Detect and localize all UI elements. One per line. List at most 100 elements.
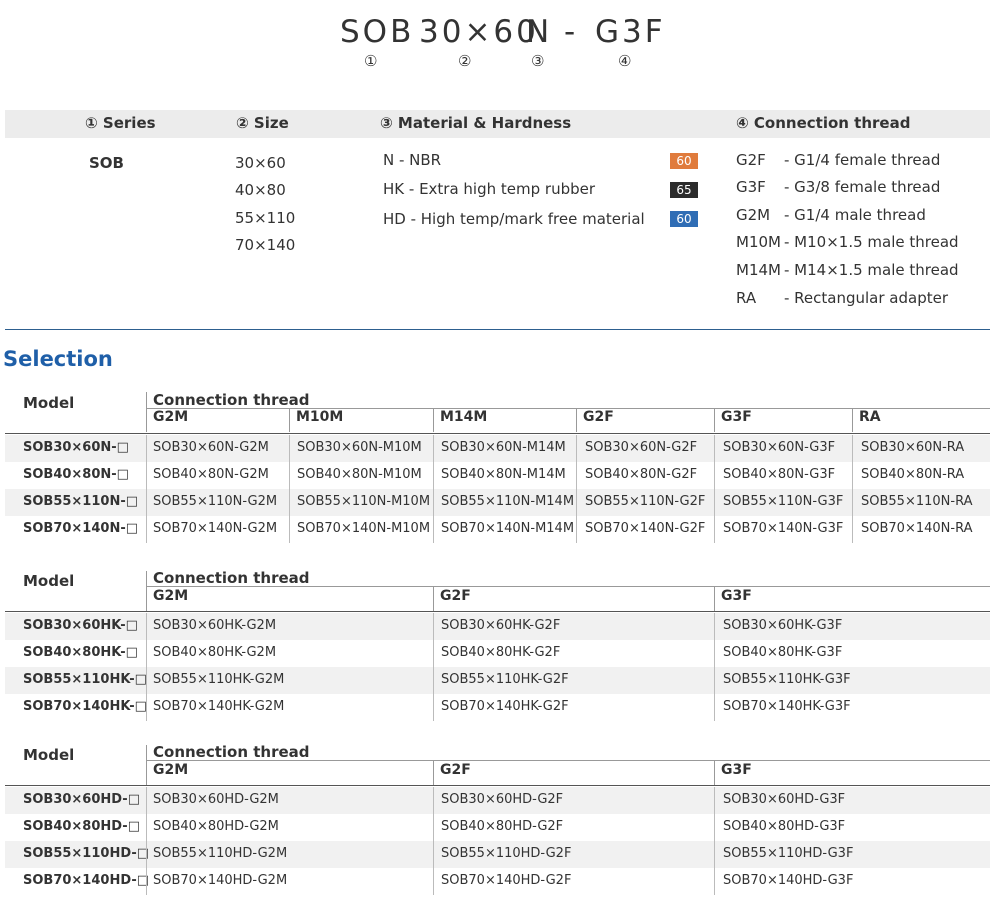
legend-size: 30×60 [235, 154, 286, 172]
row-model: SOB70×140N-□ [23, 521, 139, 536]
table-row: SOB30×60HD-□ SOB30×60HD-G2M SOB30×60HD-G… [5, 787, 990, 814]
table-cell: SOB40×80HD-G2M [153, 819, 279, 834]
row-model: SOB40×80HD-□ [23, 819, 140, 834]
column-header: G2F [440, 588, 471, 604]
table-header-line [5, 433, 990, 434]
header-separator [433, 586, 434, 611]
table-cell: SOB55×110N-G3F [723, 494, 844, 509]
column-divider [146, 613, 147, 721]
legend-thread-desc: - Rectangular adapter [784, 289, 949, 307]
table-cell: SOB30×60N-G2F [585, 440, 698, 455]
table-cell: SOB40×80N-M14M [441, 467, 566, 482]
table-cell: SOB70×140HK-G2M [153, 699, 285, 714]
table-row: SOB30×60N-□ SOB30×60N-G2M SOB30×60N-M10M… [5, 435, 990, 462]
table-cell: SOB55×110HK-G2M [153, 672, 285, 687]
table-header-group: Connection thread [153, 743, 310, 761]
legend-thread-code: G2M [736, 206, 771, 224]
table-cell: SOB40×80N-G2F [585, 467, 698, 482]
table-cell: SOB30×60N-G3F [723, 440, 836, 455]
legend-thread-code: M14M [736, 261, 781, 279]
table-header-group: Connection thread [153, 569, 310, 587]
table-cell: SOB70×140HD-G3F [723, 873, 854, 888]
table-row: SOB70×140N-□ SOB70×140N-G2M SOB70×140N-M… [5, 516, 990, 543]
code-number-2: ② [458, 52, 472, 70]
table-cell: SOB40×80HK-G2F [441, 645, 561, 660]
table-cell: SOB70×140N-G3F [723, 521, 844, 536]
legend-thread-desc: - M14×1.5 male thread [784, 261, 959, 279]
table-cell: SOB70×140HK-G2F [441, 699, 569, 714]
header-separator [433, 760, 434, 785]
table-cell: SOB40×80N-RA [861, 467, 965, 482]
code-number-1: ① [364, 52, 378, 70]
legend-thread-desc: - G1/4 female thread [784, 151, 941, 169]
row-model: SOB30×60N-□ [23, 440, 129, 455]
header-separator [852, 409, 853, 432]
table-row: SOB55×110HK-□ SOB55×110HK-G2M SOB55×110H… [5, 667, 990, 694]
selection-title: Selection [3, 347, 113, 371]
table-cell: SOB70×140N-G2F [585, 521, 706, 536]
column-divider [433, 435, 434, 543]
table-row: SOB40×80HK-□ SOB40×80HK-G2M SOB40×80HK-G… [5, 640, 990, 667]
row-model: SOB70×140HD-□ [23, 873, 150, 888]
legend-size: 40×80 [235, 181, 286, 199]
table-cell: SOB40×80HD-G3F [723, 819, 846, 834]
header-separator [714, 760, 715, 785]
row-model: SOB70×140HK-□ [23, 699, 147, 714]
legend-body: SOB 30×60 40×80 55×110 70×140 N - NBR 60… [5, 138, 990, 330]
table-cell: SOB70×140N-M14M [441, 521, 575, 536]
row-model: SOB55×110HD-□ [23, 846, 150, 861]
code-series: SOB [340, 14, 415, 50]
hardness-badge: 60 [670, 211, 698, 227]
header-separator [714, 409, 715, 432]
header-separator [433, 409, 434, 432]
legend-material-nbr: N - NBR [383, 151, 442, 169]
table-row: SOB55×110HD-□ SOB55×110HD-G2M SOB55×110H… [5, 841, 990, 868]
table-cell: SOB55×110N-M10M [297, 494, 431, 509]
hardness-badge: 65 [670, 182, 698, 198]
column-divider [852, 435, 853, 543]
table-cell: SOB55×110HK-G2F [441, 672, 569, 687]
legend-header-thread: ④ Connection thread [736, 114, 911, 132]
column-divider [576, 435, 577, 543]
table-cell: SOB40×80N-M10M [297, 467, 422, 482]
table-cell: SOB70×140HD-G2F [441, 873, 572, 888]
table-cell: SOB55×110HK-G3F [723, 672, 851, 687]
column-divider [714, 435, 715, 543]
table-cell: SOB55×110N-G2F [585, 494, 706, 509]
column-header: G3F [721, 409, 752, 425]
column-divider [289, 435, 290, 543]
table-cell: SOB40×80HK-G3F [723, 645, 843, 660]
header-separator [146, 392, 147, 432]
column-divider [433, 787, 434, 895]
code-thread: G3F [595, 14, 666, 50]
row-model: SOB55×110HK-□ [23, 672, 147, 687]
table-cell: SOB30×60N-M10M [297, 440, 422, 455]
table-row: SOB30×60HK-□ SOB30×60HK-G2M SOB30×60HK-G… [5, 613, 990, 640]
legend-thread-code: G2F [736, 151, 766, 169]
legend-header: ① Series ② Size ③ Material & Hardness ④ … [5, 110, 990, 138]
code-dash: - [564, 14, 579, 50]
legend-thread-desc: - M10×1.5 male thread [784, 233, 959, 251]
hardness-badge: 60 [670, 153, 698, 169]
table-cell: SOB55×110HD-G2M [153, 846, 288, 861]
column-divider [433, 613, 434, 721]
table-cell: SOB30×60HD-G3F [723, 792, 846, 807]
table-header-line [5, 611, 990, 612]
section-divider [5, 329, 990, 330]
row-model: SOB40×80N-□ [23, 467, 129, 482]
legend-thread-desc: - G1/4 male thread [784, 206, 926, 224]
legend-thread-code: G3F [736, 178, 766, 196]
table-cell: SOB70×140N-G2M [153, 521, 278, 536]
table-cell: SOB30×60N-RA [861, 440, 965, 455]
table-cell: SOB30×60HK-G3F [723, 618, 843, 633]
legend-series-value: SOB [89, 154, 124, 172]
legend-size: 55×110 [235, 209, 296, 227]
table-cell: SOB40×80N-G3F [723, 467, 836, 482]
legend-size: 70×140 [235, 236, 296, 254]
row-model: SOB40×80HK-□ [23, 645, 138, 660]
header-separator [714, 586, 715, 611]
table-header-model: Model [23, 746, 75, 764]
table-header-model: Model [23, 572, 75, 590]
table-row: SOB70×140HK-□ SOB70×140HK-G2M SOB70×140H… [5, 694, 990, 721]
code-material: N [526, 14, 553, 50]
